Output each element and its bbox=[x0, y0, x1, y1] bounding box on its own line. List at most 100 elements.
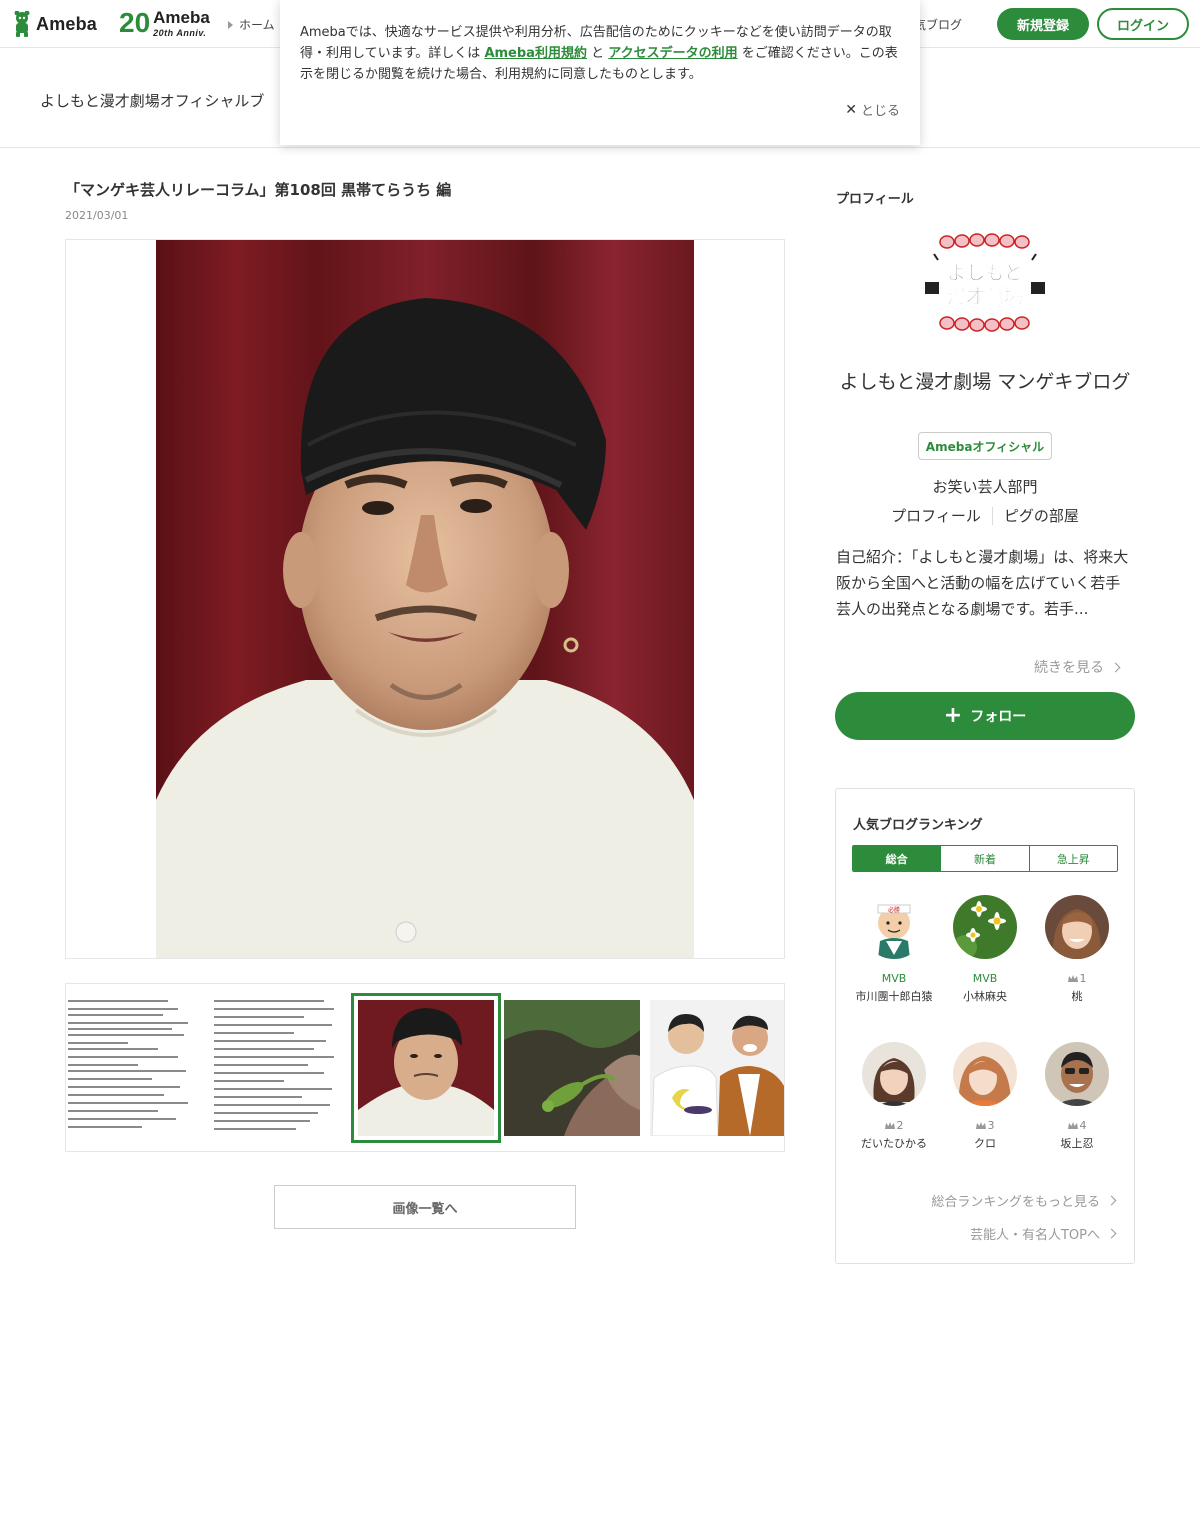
follow-label: フォロー bbox=[970, 709, 1027, 725]
access-data-link[interactable]: アクセスデータの利用 bbox=[608, 46, 737, 61]
login-button[interactable]: ログイン bbox=[1097, 8, 1189, 40]
man-avatar-image bbox=[1045, 1042, 1109, 1106]
anniversary-sub: 20th Anniv. bbox=[153, 28, 207, 38]
lantern-row-bottom bbox=[939, 316, 1030, 332]
logo-text-theater: 漫才劇場 bbox=[947, 285, 1023, 308]
profile-link[interactable]: プロフィール bbox=[891, 505, 981, 526]
document-page-image bbox=[214, 1000, 334, 1130]
lantern-row-top bbox=[939, 233, 1030, 249]
chevron-right-icon bbox=[1106, 1195, 1117, 1206]
rank-number-badge: 4 bbox=[1037, 1118, 1117, 1133]
rank-number: 2 bbox=[896, 1119, 904, 1132]
portrait-thumbnail-image bbox=[358, 1000, 494, 1136]
manzai-theater-logo-image: よしもと 漫才劇場 bbox=[925, 233, 1045, 332]
ranking-item[interactable]: 3 クロ bbox=[945, 1042, 1025, 1151]
rank-number: 1 bbox=[1079, 972, 1087, 985]
avatar bbox=[1045, 1042, 1109, 1106]
rank-number: 4 bbox=[1079, 1119, 1087, 1132]
ameba-logo-text: Ameba bbox=[36, 13, 98, 34]
ranking-name: 市川團十郎白猿 bbox=[855, 990, 933, 1003]
avatar bbox=[953, 895, 1017, 959]
register-button[interactable]: 新規登録 bbox=[997, 8, 1089, 40]
ameba-mascot-icon bbox=[14, 11, 30, 37]
celebrity-top-link[interactable]: 芸能人・有名人TOPへ bbox=[969, 1224, 1117, 1243]
avatar bbox=[1045, 895, 1109, 959]
avatar: 必勝 bbox=[862, 895, 926, 959]
ranking-name: 桃 bbox=[1071, 990, 1083, 1003]
profile-category[interactable]: お笑い芸人部門 bbox=[836, 476, 1134, 497]
lizard-thumbnail-image bbox=[504, 1000, 640, 1136]
avatar bbox=[862, 1042, 926, 1106]
cookie-text-mid: と bbox=[586, 46, 609, 61]
home-link-label: ホーム bbox=[239, 18, 275, 32]
ameba-logo[interactable]: Ameba bbox=[12, 11, 97, 37]
popular-blog-link[interactable]: 気ブログ bbox=[914, 16, 962, 33]
tab-new[interactable]: 新着 bbox=[941, 846, 1030, 871]
thumbnail-document-2[interactable] bbox=[212, 984, 354, 1151]
follow-button[interactable]: + フォロー bbox=[835, 692, 1135, 740]
terms-link[interactable]: Ameba利用規約 bbox=[484, 46, 587, 61]
post-date: 2021/03/01 bbox=[65, 209, 129, 222]
profile-logo[interactable]: よしもと 漫才劇場 bbox=[920, 230, 1050, 340]
anniversary-logo[interactable]: 20 Ameba 20th Anniv. bbox=[119, 8, 210, 38]
rank-number-badge: 3 bbox=[945, 1118, 1025, 1133]
read-more-link[interactable]: 続きを見る bbox=[1034, 657, 1121, 677]
thumbnail-portrait-selected[interactable] bbox=[351, 993, 501, 1143]
document-page-image bbox=[68, 1000, 188, 1128]
cookie-close-button[interactable]: ✕ とじる bbox=[845, 100, 900, 120]
rank-number-badge: 1 bbox=[1037, 971, 1117, 986]
cookie-close-label: とじる bbox=[860, 104, 900, 119]
ranking-name: 坂上忍 bbox=[1060, 1137, 1094, 1150]
tab-rising[interactable]: 急上昇 bbox=[1030, 846, 1117, 871]
tab-overall[interactable]: 総合 bbox=[853, 846, 942, 871]
anniversary-brand: Ameba bbox=[153, 8, 210, 27]
rank-number: 3 bbox=[987, 1119, 995, 1132]
main-image-frame bbox=[65, 239, 785, 959]
home-link[interactable]: ホーム bbox=[228, 16, 275, 33]
ranking-name: 小林麻央 bbox=[963, 990, 1007, 1003]
ranking-item[interactable]: 4 坂上忍 bbox=[1037, 1042, 1117, 1151]
image-list-button[interactable]: 画像一覧へ bbox=[274, 1185, 576, 1229]
chevron-right-icon bbox=[1110, 662, 1121, 672]
profile-heading: プロフィール bbox=[836, 192, 914, 207]
celebrity-top-label: 芸能人・有名人TOPへ bbox=[969, 1228, 1100, 1243]
main-photo[interactable] bbox=[156, 240, 694, 958]
chevron-right-icon bbox=[1106, 1228, 1117, 1239]
read-more-label: 続きを見る bbox=[1034, 660, 1104, 676]
flower-avatar-image bbox=[953, 895, 1017, 959]
profile-links: プロフィール ピグの部屋 bbox=[836, 505, 1134, 526]
woman-avatar-image bbox=[1045, 895, 1109, 959]
ranking-item[interactable]: 2 だいたひかる bbox=[854, 1042, 934, 1151]
ranking-item[interactable]: 1 桃 bbox=[1037, 895, 1117, 1004]
profile-intro: 自己紹介：「よしもと漫才劇場」は、将来大阪から全国へと活動の幅を広げていく若手芸… bbox=[836, 548, 1129, 618]
thumbnail-duo-photo[interactable] bbox=[650, 1000, 784, 1136]
pigg-room-link[interactable]: ピグの部屋 bbox=[1004, 505, 1079, 526]
woman-avatar-image bbox=[862, 1042, 926, 1106]
crown-icon bbox=[1067, 975, 1078, 982]
ranking-name: クロ bbox=[974, 1137, 996, 1150]
portrait-photo-image bbox=[156, 240, 694, 958]
crown-icon bbox=[884, 1122, 895, 1129]
ranking-more-link[interactable]: 総合ランキングをもっと見る bbox=[931, 1191, 1117, 1210]
post-title[interactable]: 「マンゲキ芸人リレーコラム」第108回 黒帯てらうち 編 bbox=[65, 179, 451, 200]
ranking-title: 人気ブログランキング bbox=[853, 818, 983, 833]
profile-name[interactable]: よしもと漫才劇場 マンゲキブログ bbox=[836, 370, 1134, 394]
cartoon-avatar-image: 必勝 bbox=[862, 895, 926, 959]
ranking-item[interactable]: MVB 小林麻央 bbox=[945, 895, 1025, 1004]
thumbnail-document-1[interactable] bbox=[66, 984, 208, 1151]
plus-icon: + bbox=[943, 703, 963, 728]
triangle-right-icon bbox=[228, 20, 233, 29]
avatar bbox=[953, 1042, 1017, 1106]
svg-text:必勝: 必勝 bbox=[888, 906, 900, 914]
rank-number-badge: 2 bbox=[854, 1118, 934, 1133]
mvb-badge: MVB bbox=[972, 972, 998, 985]
official-badge: Amebaオフィシャル bbox=[918, 432, 1052, 460]
thumbnail-strip bbox=[65, 983, 785, 1152]
divider bbox=[991, 507, 993, 525]
ranking-box: 人気ブログランキング 総合 新着 急上昇 必勝 MVB 市川團十郎白猿 MVB … bbox=[835, 788, 1135, 1264]
thumbnail-lizard[interactable] bbox=[504, 1000, 640, 1136]
blog-title[interactable]: よしもと漫才劇場オフィシャルブ bbox=[40, 90, 264, 111]
ranking-item[interactable]: 必勝 MVB 市川團十郎白猿 bbox=[854, 895, 934, 1004]
woman-avatar-image bbox=[953, 1042, 1017, 1106]
mvb-badge: MVB bbox=[881, 972, 907, 985]
